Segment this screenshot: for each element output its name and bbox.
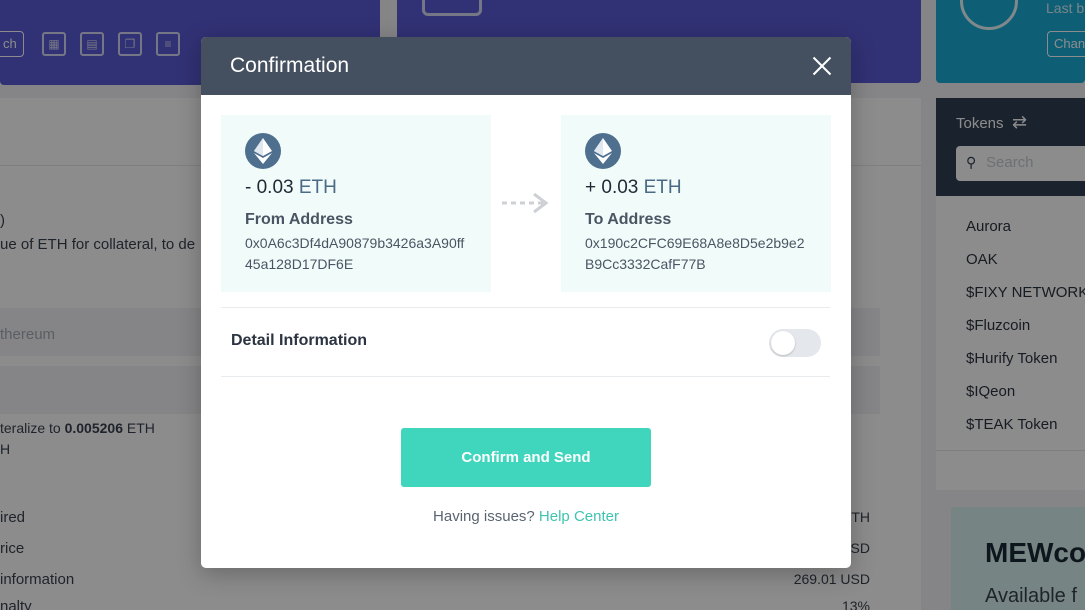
- help-line: Having issues? Help Center: [201, 508, 851, 525]
- amount-sign: -: [245, 177, 257, 198]
- to-address-label: To Address: [585, 211, 672, 228]
- to-amount: + 0.03 ETH: [585, 177, 682, 199]
- detail-information-label: Detail Information: [231, 332, 368, 349]
- ethereum-icon: [245, 133, 281, 169]
- help-center-link[interactable]: Help Center: [539, 508, 619, 525]
- modal-title: Confirmation: [230, 54, 350, 77]
- detail-information-row: Detail Information: [221, 307, 830, 377]
- from-address-value: 0x0A6c3Df4dA90879b3426a3A90ff45a128D17DF…: [245, 235, 465, 272]
- from-address-label: From Address: [245, 211, 353, 228]
- to-address-box: + 0.03 ETH To Address 0x190c2CFC69E68A8e…: [561, 115, 831, 292]
- help-prefix: Having issues?: [433, 508, 539, 525]
- amount-sign: +: [585, 177, 602, 198]
- amount-value: 0.03: [256, 177, 294, 198]
- amount-value: 0.03: [601, 177, 639, 198]
- modal-header: Confirmation: [201, 37, 851, 95]
- toggle-knob: [771, 331, 795, 355]
- amount-unit: ETH: [293, 177, 337, 198]
- from-amount: - 0.03 ETH: [245, 177, 337, 199]
- from-address-box: - 0.03 ETH From Address 0x0A6c3Df4dA9087…: [221, 115, 491, 292]
- detail-information-toggle[interactable]: [769, 329, 821, 357]
- to-address-value: 0x190c2CFC69E68A8e8D5e2b9e2B9Cc3332CafF7…: [585, 235, 805, 272]
- amount-unit: ETH: [638, 177, 682, 198]
- close-icon[interactable]: [809, 53, 835, 79]
- arrow-right-icon: [502, 192, 549, 214]
- confirm-and-send-button[interactable]: Confirm and Send: [401, 428, 651, 487]
- ethereum-icon: [585, 133, 621, 169]
- confirmation-modal: Confirmation - 0.03 ETH From Address 0x0…: [201, 37, 851, 568]
